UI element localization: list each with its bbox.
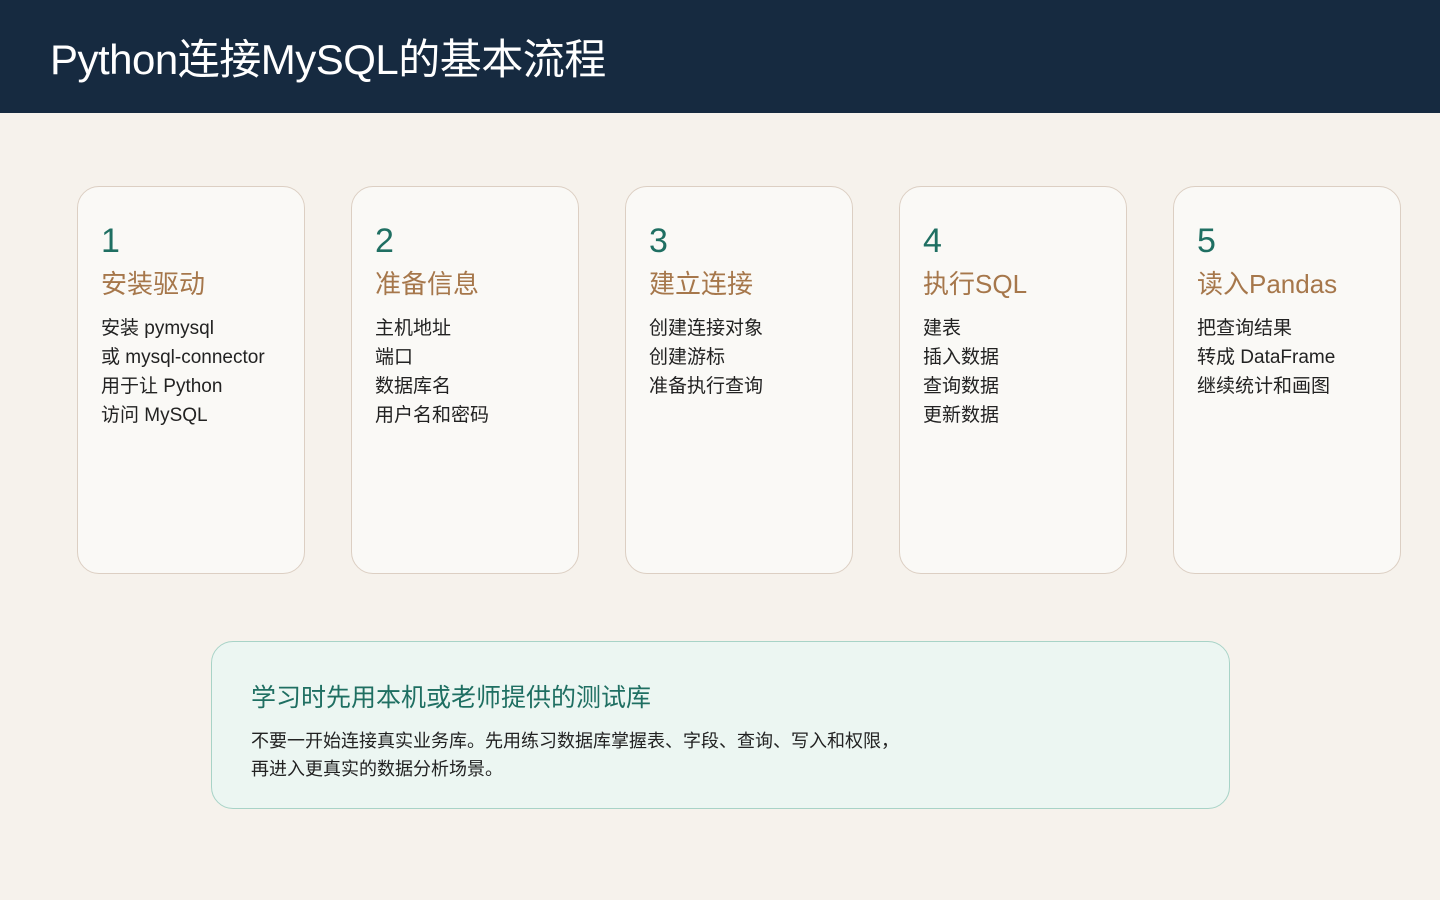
step-card-1: 1 安装驱动 安装 pymysql 或 mysql-connector 用于让 … <box>77 186 305 574</box>
step-line: 端口 <box>375 347 414 368</box>
step-line: 建表 <box>923 318 962 339</box>
step-number: 4 <box>923 222 942 260</box>
tip-text-line: 再进入更真实的数据分析场景。 <box>251 759 503 779</box>
step-card-2: 2 准备信息 主机地址 端口 数据库名 用户名和密码 <box>351 186 579 574</box>
step-line: 访问 MySQL <box>101 405 208 426</box>
step-line: 把查询结果 <box>1197 318 1293 339</box>
step-title: 准备信息 <box>375 269 480 299</box>
step-number: 1 <box>101 222 120 260</box>
step-card-5: 5 读入Pandas 把查询结果 转成 DataFrame 继续统计和画图 <box>1173 186 1401 574</box>
step-line: 数据库名 <box>375 376 452 397</box>
step-line: 查询数据 <box>923 376 1000 397</box>
step-title: 读入Pandas <box>1197 269 1338 299</box>
step-line: 准备执行查询 <box>649 376 764 397</box>
step-number: 2 <box>375 222 394 260</box>
step-title: 安装驱动 <box>101 269 206 299</box>
step-title: 建立连接 <box>649 269 754 299</box>
step-number: 5 <box>1197 222 1216 260</box>
step-line: 更新数据 <box>923 405 1000 426</box>
step-card-3: 3 建立连接 创建连接对象 创建游标 准备执行查询 <box>625 186 853 574</box>
step-line: 转成 DataFrame <box>1197 347 1336 368</box>
step-number: 3 <box>649 222 668 260</box>
step-line: 主机地址 <box>375 318 452 339</box>
step-line: 继续统计和画图 <box>1197 376 1331 397</box>
step-line: 用于让 Python <box>101 376 223 397</box>
tip-box: 学习时先用本机或老师提供的测试库 不要一开始连接真实业务库。先用练习数据库掌握表… <box>211 641 1230 809</box>
step-line: 用户名和密码 <box>375 405 490 426</box>
tip-text-line: 不要一开始连接真实业务库。先用练习数据库掌握表、字段、查询、写入和权限， <box>251 731 899 751</box>
step-title: 执行SQL <box>923 269 1028 299</box>
step-line: 插入数据 <box>923 347 1000 368</box>
step-line: 安装 pymysql <box>101 318 214 339</box>
step-line: 或 mysql-connector <box>101 347 265 368</box>
step-card-4: 4 执行SQL 建表 插入数据 查询数据 更新数据 <box>899 186 1127 574</box>
step-line: 创建游标 <box>649 347 726 368</box>
step-line: 创建连接对象 <box>649 318 764 339</box>
tip-title: 学习时先用本机或老师提供的测试库 <box>251 684 652 712</box>
